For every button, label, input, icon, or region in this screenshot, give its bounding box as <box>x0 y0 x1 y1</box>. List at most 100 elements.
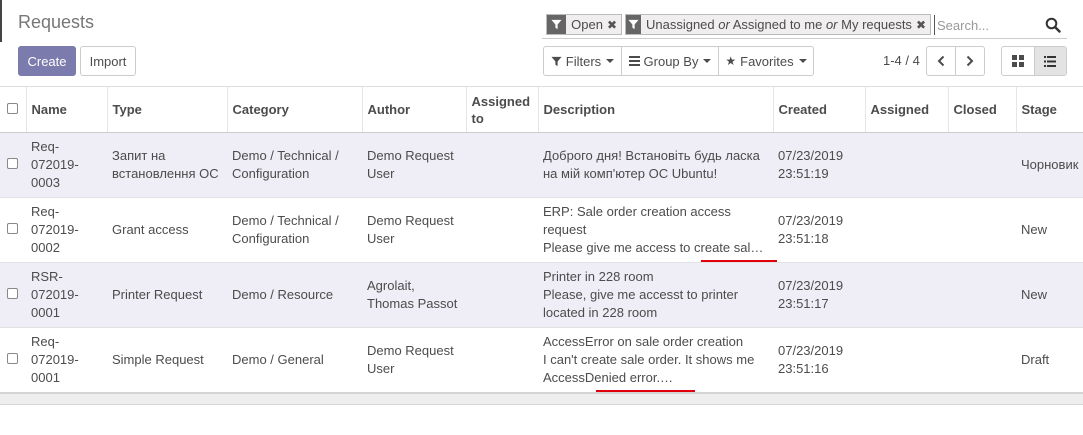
filters-dropdown[interactable]: Filters <box>544 47 621 75</box>
cell-closed <box>948 198 1016 263</box>
favorites-dropdown[interactable]: ★ Favorites <box>718 47 813 75</box>
cell-assigned <box>865 133 948 198</box>
requests-table: Name Type Category Author Assigned to De… <box>0 86 1083 405</box>
import-button[interactable]: Import <box>80 46 136 76</box>
search-bar: Open ✖ Unassigned or Assigned to me or M… <box>542 11 1067 39</box>
table-row[interactable]: Req- 072019- 0002 Grant access Demo / Tech… <box>0 198 1083 263</box>
table-row[interactable]: Req- 072019- 0003 Запит на встановлення ОС … <box>0 132 1083 198</box>
filter-icon <box>626 15 641 34</box>
table-row[interactable]: Req- 072019- 0001 Simple Request Demo / Ge… <box>0 328 1083 393</box>
search-icon[interactable] <box>1045 17 1061 33</box>
facet-value: Open <box>571 17 603 32</box>
chevron-left-icon <box>937 55 945 67</box>
group-by-dropdown[interactable]: Group By <box>621 47 718 75</box>
row-checkbox-cell[interactable] <box>0 328 26 393</box>
cell-type: Printer Request <box>112 287 203 302</box>
group-by-label: Group By <box>643 53 699 69</box>
cell-category: Demo / Technical / Configuration <box>232 213 339 246</box>
cell-created: 07/23/2019 23:51:17 <box>778 278 844 311</box>
select-all-checkbox-cell[interactable] <box>0 86 26 133</box>
cell-category: Demo / Resource <box>232 287 334 302</box>
list-icon <box>628 56 640 66</box>
column-header-author[interactable]: Author <box>361 86 466 133</box>
pager-value[interactable]: 1-4 / 4 <box>883 53 920 68</box>
chevron-right-icon <box>966 55 974 67</box>
cell-category: Demo / General <box>232 351 324 367</box>
filters-label: Filters <box>565 53 602 69</box>
column-header-closed[interactable]: Closed <box>947 86 1016 133</box>
pager-next-button[interactable] <box>955 47 984 75</box>
row-checkbox[interactable] <box>7 288 18 299</box>
column-header-assigned[interactable]: Assigned <box>864 86 948 133</box>
remove-facet-icon[interactable]: ✖ <box>916 18 930 32</box>
cell-created: 07/23/2019 23:51:19 <box>778 148 844 181</box>
search-facet-open[interactable]: Open ✖ <box>546 14 622 35</box>
column-header-name[interactable]: Name <box>25 86 107 133</box>
cell-created: 07/23/2019 23:51:16 <box>778 342 844 376</box>
cell-created: 07/23/2019 23:51:18 <box>778 213 844 246</box>
pager-buttons <box>926 46 985 76</box>
search-facet-assignment[interactable]: Unassigned or Assigned to me or My reque… <box>625 14 931 35</box>
cell-assigned-to <box>466 133 538 198</box>
cell-assigned <box>865 198 948 263</box>
cell-stage: New <box>1021 222 1048 237</box>
page-title: Requests <box>18 12 95 32</box>
column-header-type[interactable]: Type <box>106 86 227 133</box>
caret-down-icon <box>703 59 712 63</box>
row-checkbox[interactable] <box>7 158 18 169</box>
search-options-group: Filters Group By ★ Favorites <box>543 46 814 76</box>
red-annotation-underline <box>596 390 695 392</box>
cell-description: AccessError on sale order creation I can'… <box>543 333 755 385</box>
cell-name: Req- 072019- 0001 <box>31 333 79 385</box>
remove-facet-icon[interactable]: ✖ <box>607 18 621 32</box>
cell-assigned-to <box>466 263 538 328</box>
list-view: Name Type Category Author Assigned to De… <box>0 86 1083 435</box>
row-checkbox-cell[interactable] <box>0 198 26 263</box>
cell-type: Запит на встановлення ОС <box>112 148 219 181</box>
cell-author: Agrolait, Thomas Passot <box>367 278 458 311</box>
kanban-grid-icon <box>1011 55 1024 67</box>
cell-author: Demo Request User <box>367 148 454 181</box>
kanban-view-button[interactable] <box>1002 47 1034 75</box>
cell-closed <box>948 328 1016 393</box>
select-all-checkbox[interactable] <box>7 103 18 114</box>
caret-down-icon <box>606 59 615 63</box>
column-header-created[interactable]: Created <box>772 86 865 133</box>
star-icon: ★ <box>725 54 737 68</box>
cell-closed <box>948 263 1016 328</box>
cell-stage: Чорновик <box>1021 157 1079 172</box>
table-header-row: Name Type Category Author Assigned to De… <box>0 86 1083 133</box>
cell-description: ERP: Sale order creation access request Pl… <box>543 204 764 255</box>
row-checkbox[interactable] <box>7 223 18 234</box>
cell-stage: New <box>1021 287 1048 302</box>
column-header-stage[interactable]: Stage <box>1015 86 1083 133</box>
table-row[interactable]: RSR- 072019- 0001 Printer Request Demo / R… <box>0 262 1083 328</box>
create-button[interactable]: Create <box>18 46 76 76</box>
column-header-assigned-to[interactable]: Assigned to <box>465 86 538 133</box>
list-view-button[interactable] <box>1033 47 1066 75</box>
cell-closed <box>948 133 1016 198</box>
cell-category: Demo / Technical / Configuration <box>232 148 339 181</box>
cell-description: Доброго дня! Встановіть будь ласка на мій… <box>543 148 760 181</box>
filter-icon <box>547 15 567 34</box>
filter-icon <box>551 56 562 67</box>
cell-type: Simple Request <box>112 351 204 367</box>
cell-author: Demo Request User <box>367 213 454 246</box>
list-view-icon <box>1044 55 1057 67</box>
search-input[interactable] <box>934 15 1039 35</box>
table-footer-row <box>0 392 1083 405</box>
row-checkbox-cell[interactable] <box>0 263 26 328</box>
row-checkbox-cell[interactable] <box>0 133 26 198</box>
row-checkbox[interactable] <box>7 352 18 364</box>
column-header-description[interactable]: Description <box>537 86 773 133</box>
cell-description: Printer in 228 room Please, give me acces… <box>543 269 739 320</box>
pager-previous-button[interactable] <box>927 47 955 75</box>
control-panel: Requests Create Import Open ✖ Unassigned… <box>0 0 1083 86</box>
cell-name: Req- 072019- 0003 <box>31 139 79 190</box>
view-switcher <box>1001 46 1067 76</box>
facet-value: Unassigned or Assigned to me or My reque… <box>645 17 912 32</box>
cell-stage: Draft <box>1021 351 1050 367</box>
column-header-category[interactable]: Category <box>226 86 362 133</box>
red-annotation-underline <box>701 260 777 262</box>
cell-author: Demo Request User <box>367 342 454 376</box>
